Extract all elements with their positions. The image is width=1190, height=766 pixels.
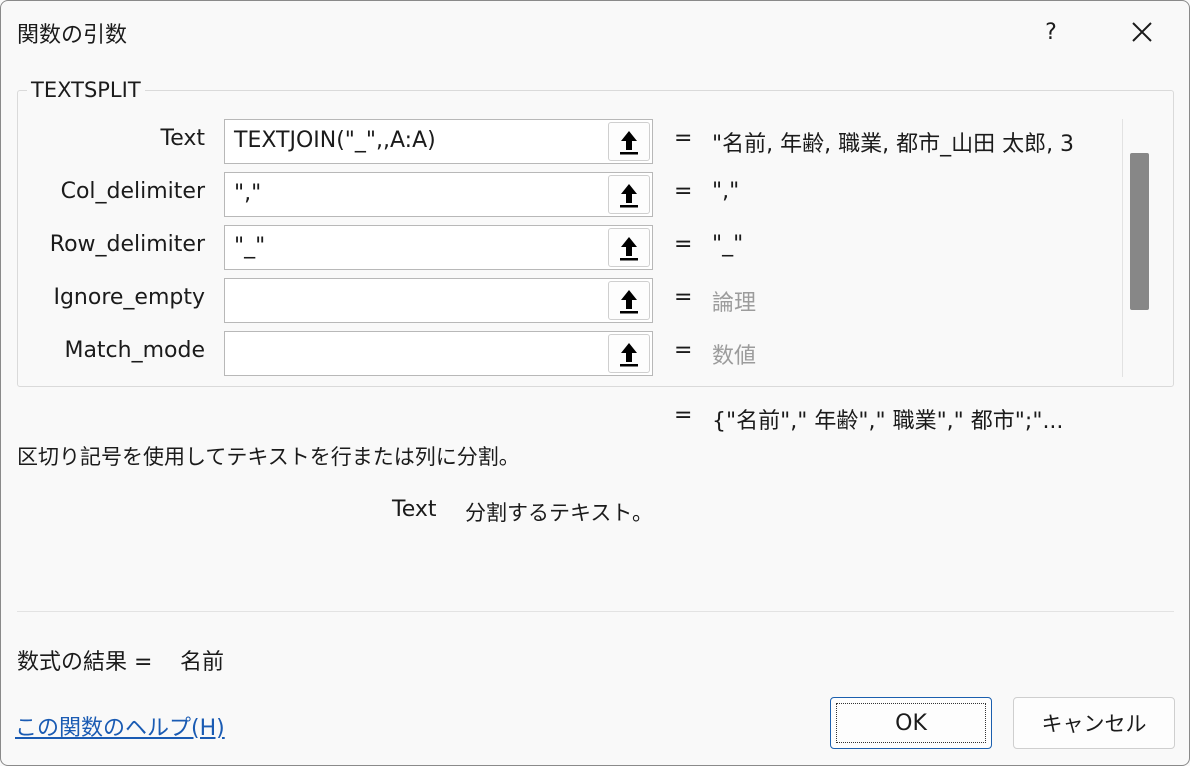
arrow-up-icon (620, 342, 638, 366)
close-icon (1132, 22, 1152, 42)
arg-label: Ignore_empty (53, 285, 205, 310)
collapse-button[interactable] (608, 281, 650, 320)
arrow-up-icon (620, 183, 638, 207)
collapse-button[interactable] (608, 228, 650, 267)
arg-row-row-delimiter: Row_delimiter "_" = "_" (1, 225, 1121, 271)
text-input[interactable]: TEXTJOIN("_",,A:A) (224, 119, 653, 164)
total-equals-sign: = (674, 403, 693, 428)
close-button[interactable] (1111, 9, 1173, 55)
arrow-up-icon (620, 289, 638, 313)
arrow-up-icon (620, 236, 638, 260)
input-value: "_" (234, 234, 266, 259)
scrollbar-track (1122, 119, 1123, 377)
title-bar: 関数の引数 ? (1, 1, 1189, 63)
function-help-link[interactable]: この関数のヘルプ(H) (15, 710, 225, 742)
function-arguments-dialog: 関数の引数 ? TEXTSPLIT Text TEXTJOIN("_",,A:A… (0, 0, 1190, 766)
formula-result-label: 数式の結果 = (17, 650, 153, 675)
arg-help-name: Text (392, 497, 437, 522)
divider (17, 611, 1174, 612)
dialog-title: 関数の引数 (17, 23, 128, 48)
help-button[interactable]: ? (1021, 9, 1081, 55)
focus-ring (836, 703, 986, 743)
arg-row-col-delimiter: Col_delimiter "," = "," (1, 172, 1121, 218)
cancel-button[interactable]: キャンセル (1013, 697, 1175, 749)
arg-row-text: Text TEXTJOIN("_",,A:A) = "名前, 年齢, 職業, 都… (1, 119, 1121, 165)
equals-sign: = (674, 179, 693, 204)
arg-label: Text (160, 126, 206, 151)
arg-label: Col_delimiter (60, 179, 205, 204)
equals-sign: = (674, 338, 693, 363)
arg-result-hint: 数値 (712, 344, 757, 369)
collapse-button[interactable] (608, 175, 650, 214)
row-delimiter-input[interactable]: "_" (224, 225, 653, 270)
function-name: TEXTSPLIT (27, 78, 145, 102)
arg-result: "_" (712, 232, 744, 257)
equals-sign: = (674, 232, 693, 257)
arrow-up-icon (620, 130, 638, 154)
arg-label: Match_mode (64, 338, 205, 363)
input-value: TEXTJOIN("_",,A:A) (234, 128, 436, 153)
collapse-button[interactable] (608, 334, 650, 373)
arg-label: Row_delimiter (49, 232, 205, 257)
cancel-label: キャンセル (1041, 712, 1147, 736)
equals-sign: = (674, 126, 693, 151)
formula-result-value: 名前 (180, 650, 225, 675)
function-result: {"名前"," 年齢"," 職業"," 都市";"... (712, 409, 1064, 434)
ok-button[interactable]: OK (830, 697, 992, 749)
input-value: "," (234, 181, 262, 206)
arg-result: "," (712, 179, 740, 204)
match-mode-input[interactable] (224, 331, 653, 376)
collapse-button[interactable] (608, 122, 650, 161)
ignore-empty-input[interactable] (224, 278, 653, 323)
col-delimiter-input[interactable]: "," (224, 172, 653, 217)
arg-result-hint: 論理 (712, 291, 757, 316)
arg-row-match-mode: Match_mode = 数値 (1, 331, 1121, 377)
arg-help-text: 分割するテキスト。 (465, 501, 653, 525)
equals-sign: = (674, 285, 693, 310)
function-description: 区切り記号を使用してテキストを行または列に分割。 (17, 445, 520, 469)
arg-row-ignore-empty: Ignore_empty = 論理 (1, 278, 1121, 324)
scrollbar-thumb[interactable] (1130, 153, 1149, 310)
arg-result: "名前, 年齢, 職業, 都市_山田 太郎, 3 (712, 132, 1075, 157)
